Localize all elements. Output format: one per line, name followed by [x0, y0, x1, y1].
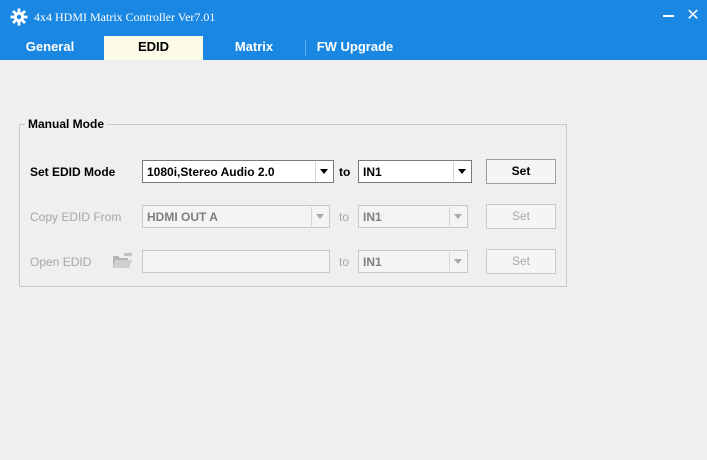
- chevron-down-icon[interactable]: [449, 207, 466, 226]
- window-title: 4x4 HDMI Matrix Controller Ver7.01: [34, 10, 216, 24]
- set-edid-mode-label: Set EDID Mode: [30, 165, 116, 179]
- chevron-down-icon[interactable]: [311, 207, 328, 226]
- to-label: to: [339, 165, 351, 179]
- open-edid-target-value: IN1: [363, 255, 382, 269]
- to-label: to: [339, 255, 350, 269]
- chevron-down-icon[interactable]: [449, 252, 466, 271]
- title-bar[interactable]: 4x4 HDMI Matrix Controller Ver7.01 ✕: [0, 0, 707, 36]
- copy-edid-target-select[interactable]: IN1: [358, 205, 468, 228]
- tab-bar: General EDID Matrix FW Upgrade: [0, 36, 707, 60]
- minimize-icon[interactable]: [658, 6, 678, 26]
- app-window: 4x4 HDMI Matrix Controller Ver7.01 ✕ Gen…: [0, 0, 707, 460]
- tab-general[interactable]: General: [0, 36, 100, 60]
- gear-icon: [10, 8, 28, 26]
- open-edid-target-select[interactable]: IN1: [358, 250, 468, 273]
- set-edid-button[interactable]: Set: [486, 159, 556, 184]
- copy-edid-set-button[interactable]: Set: [486, 204, 556, 229]
- manual-mode-title: Manual Mode: [25, 116, 108, 132]
- open-edid-label: Open EDID: [30, 255, 92, 269]
- to-label: to: [339, 210, 350, 224]
- tab-fw-upgrade[interactable]: FW Upgrade: [306, 36, 404, 60]
- open-edid-set-button[interactable]: Set: [486, 249, 556, 274]
- copy-edid-from-label: Copy EDID From: [30, 210, 122, 224]
- edid-mode-value: 1080i,Stereo Audio 2.0: [147, 165, 275, 179]
- edid-mode-select[interactable]: 1080i,Stereo Audio 2.0: [142, 160, 334, 183]
- chevron-down-icon[interactable]: [315, 162, 332, 181]
- set-edid-target-value: IN1: [363, 165, 382, 179]
- copy-edid-target-value: IN1: [363, 210, 382, 224]
- tab-edid[interactable]: EDID: [104, 36, 203, 60]
- chevron-down-icon[interactable]: [453, 162, 470, 181]
- tab-matrix[interactable]: Matrix: [203, 36, 305, 60]
- copy-edid-source-value: HDMI OUT A: [147, 210, 218, 224]
- open-folder-icon[interactable]: [112, 252, 134, 270]
- edid-file-path-field[interactable]: [142, 250, 330, 273]
- close-icon[interactable]: ✕: [683, 6, 703, 26]
- set-edid-target-select[interactable]: IN1: [358, 160, 472, 183]
- copy-edid-source-select[interactable]: HDMI OUT A: [142, 205, 330, 228]
